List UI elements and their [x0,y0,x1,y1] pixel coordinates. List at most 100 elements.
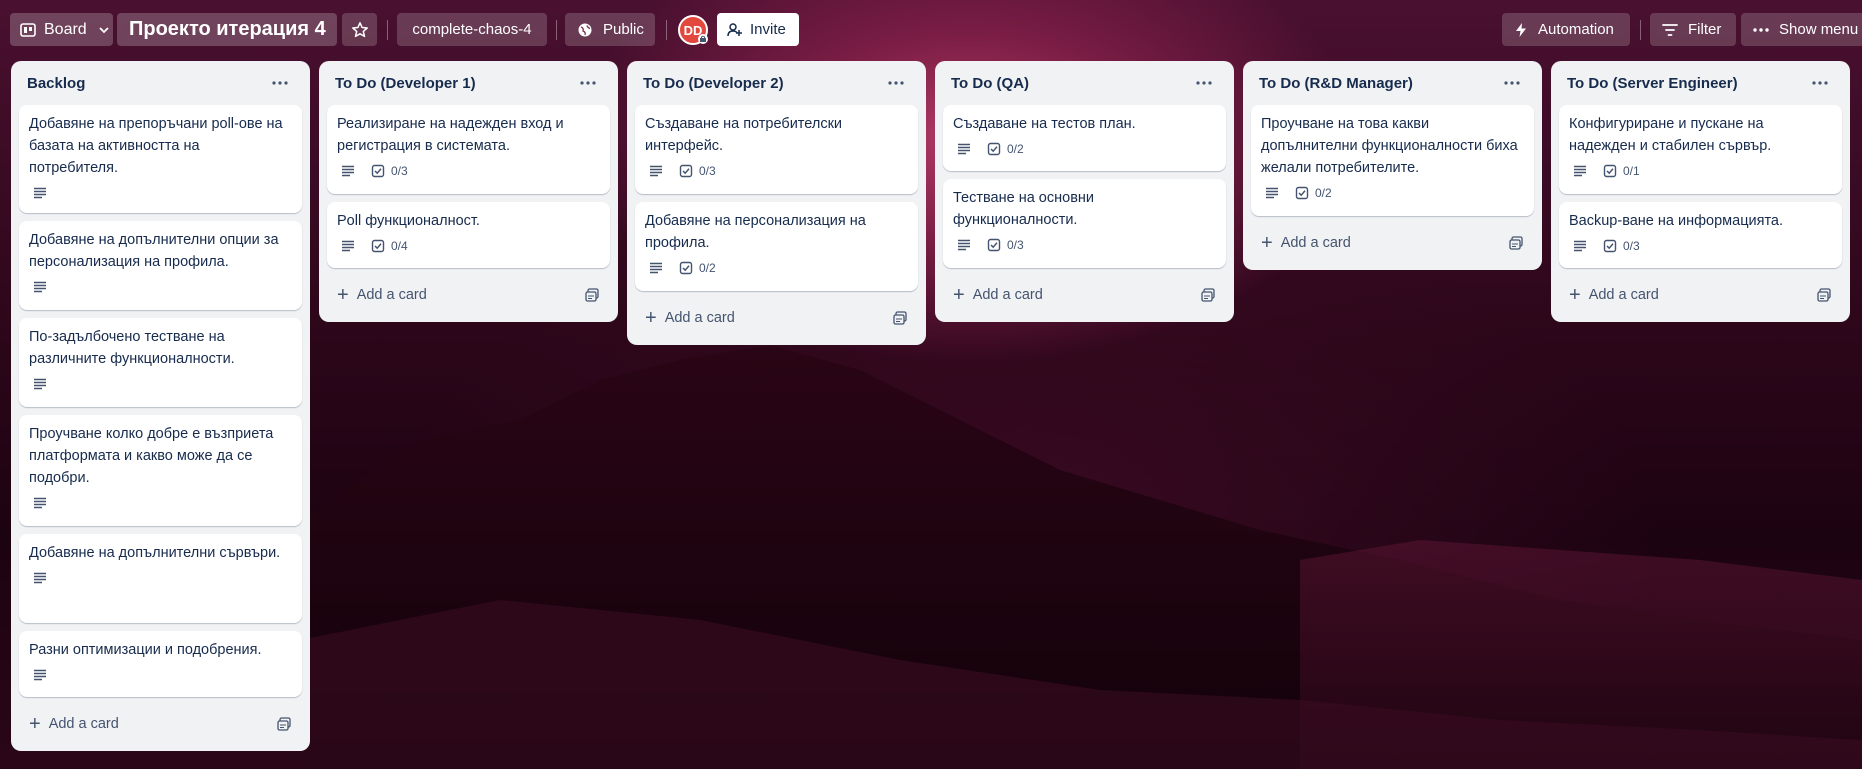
card-title: Добавяне на допълнителни опции за персон… [29,232,279,270]
card[interactable]: Добавяне на допълнителни опции за персон… [19,221,302,310]
card-template-icon[interactable] [888,306,912,330]
card-badges: 0/3 [1569,234,1832,258]
list-menu-button[interactable] [882,69,910,97]
description-icon [955,236,973,254]
description-icon [31,494,49,512]
card[interactable]: Poll функционалност. 0/4 [327,202,610,268]
card-title: По-задълбочено тестване на различните фу… [29,329,235,367]
checklist-count: 0/2 [1007,142,1024,156]
card[interactable]: Проучване на това какви допълнителни фун… [1251,105,1534,216]
card-title: Създаване на потребителски интерфейс. [645,116,843,154]
card-template-icon[interactable] [272,712,296,736]
divider [387,20,388,40]
card-title: Poll функционалност. [337,213,480,229]
card[interactable]: Създаване на потребителски интерфейс. 0/… [635,105,918,194]
card-template-icon[interactable] [1812,283,1836,307]
list-menu-button[interactable] [266,69,294,97]
more-horizontal-icon [1196,81,1212,85]
add-card-button[interactable]: + Add a card [337,285,427,305]
card-title: Добавяне на препоръчани poll-ове на база… [29,116,283,176]
plus-icon: + [645,307,657,329]
visibility-button[interactable]: Public [565,13,655,46]
list-qa: To Do (QA) Създаване на тестов план. 0/2… [935,61,1234,322]
checklist-badge: 0/3 [987,238,1024,252]
card-title: Реализиране на надежден вход и регистрац… [337,116,564,154]
add-card-button[interactable]: + Add a card [645,308,735,328]
list-menu-button[interactable] [1190,69,1218,97]
checklist-count: 0/3 [391,164,408,178]
card[interactable]: Създаване на тестов план. 0/2 [943,105,1226,171]
checklist-badge: 0/3 [371,164,408,178]
card[interactable]: Реализиране на надежден вход и регистрац… [327,105,610,194]
description-icon [1263,184,1281,202]
list-title[interactable]: To Do (R&D Manager) [1259,75,1413,92]
workspace-button[interactable]: complete-chaos-4 [397,13,547,46]
card[interactable]: Добавяне на персонализация на профила. 0… [635,202,918,291]
more-horizontal-icon [888,81,904,85]
card[interactable]: По-задълбочено тестване на различните фу… [19,318,302,407]
automation-button[interactable]: Automation [1502,13,1630,46]
list-title[interactable]: To Do (QA) [951,75,1029,92]
chevron-down-icon [99,26,109,33]
invite-button[interactable]: Invite [717,13,799,46]
add-card-button[interactable]: + Add a card [29,714,119,734]
checklist-icon [1603,239,1617,253]
card[interactable]: Добавяне на препоръчани poll-ове на база… [19,105,302,213]
plus-icon: + [337,284,349,306]
card-title: Създаване на тестов план. [953,116,1136,132]
show-menu-button[interactable]: Show menu [1741,13,1862,46]
checklist-icon [679,261,693,275]
add-card-button[interactable]: + Add a card [953,285,1043,305]
checklist-badge: 0/2 [1295,186,1332,200]
card[interactable]: Тестване на основни функционалности. 0/3 [943,179,1226,268]
add-card-row: + Add a card [1559,276,1842,314]
list-title[interactable]: To Do (Developer 2) [643,75,784,92]
card-template-icon[interactable] [1196,283,1220,307]
list-header: Backlog [19,61,302,105]
list-header: To Do (R&D Manager) [1251,61,1534,105]
add-card-label: Add a card [1280,235,1351,251]
list-title[interactable]: Backlog [27,75,85,92]
card-template-icon[interactable] [1504,231,1528,255]
checklist-badge: 0/4 [371,239,408,253]
card-badges: 0/3 [337,159,600,183]
list-menu-button[interactable] [574,69,602,97]
list-header: To Do (Server Engineer) [1559,61,1842,105]
list-server-engineer: To Do (Server Engineer) Конфигуриране и … [1551,61,1850,322]
card-badges [29,181,292,205]
board-title[interactable]: Проекто итерация 4 [117,13,337,46]
list-menu-button[interactable] [1806,69,1834,97]
add-card-button[interactable]: + Add a card [1569,285,1659,305]
card[interactable]: Разни оптимизации и подобрения. [19,631,302,697]
description-icon [339,162,357,180]
board-view-switcher[interactable]: Board [10,13,113,46]
description-icon [1571,162,1589,180]
card[interactable]: Конфигуриране и пускане на надежден и ст… [1559,105,1842,194]
description-icon [31,184,49,202]
divider [1640,20,1641,40]
checklist-icon [1295,186,1309,200]
card-title: Проучване на това какви допълнителни фун… [1261,116,1518,176]
list-title[interactable]: To Do (Developer 1) [335,75,476,92]
add-card-label: Add a card [356,287,427,303]
plus-icon: + [1569,284,1581,306]
card-template-icon[interactable] [580,283,604,307]
list-header: To Do (QA) [943,61,1226,105]
list-title[interactable]: To Do (Server Engineer) [1567,75,1738,92]
list-header: To Do (Developer 1) [327,61,610,105]
add-card-button[interactable]: + Add a card [1261,233,1351,253]
card[interactable]: Backup-ване на информацията. 0/3 [1559,202,1842,268]
card-badges: 0/3 [953,233,1216,257]
checklist-badge: 0/2 [987,142,1024,156]
checklist-icon [371,239,385,253]
checklist-count: 0/3 [699,164,716,178]
add-card-label: Add a card [972,287,1043,303]
card[interactable]: Проучване колко добре е възприета платфо… [19,415,302,526]
list-menu-button[interactable] [1498,69,1526,97]
list-developer-1: To Do (Developer 1) Реализиране на надеж… [319,61,618,322]
filter-button[interactable]: Filter [1650,13,1736,46]
checklist-badge: 0/3 [1603,239,1640,253]
visibility-label: Public [603,21,644,38]
star-button[interactable] [342,13,377,46]
card[interactable]: Добавяне на допълнителни сървъри. [19,534,302,623]
